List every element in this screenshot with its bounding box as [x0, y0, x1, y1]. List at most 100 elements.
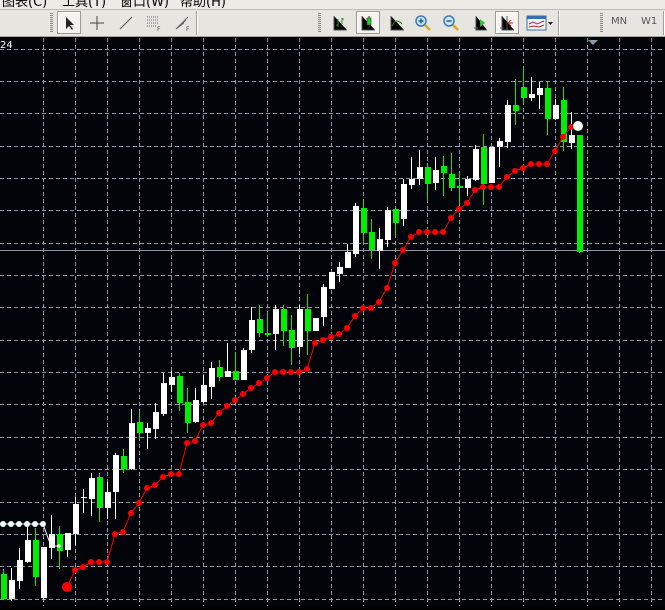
- sar-dot-up: [288, 369, 294, 375]
- crosshair-button[interactable]: [85, 11, 109, 34]
- sar-dot-up: [440, 229, 446, 235]
- sar-dot-up: [240, 391, 246, 397]
- candle-bear: [305, 309, 311, 331]
- candle-bear: [521, 87, 527, 98]
- candle-bull: [353, 206, 359, 254]
- menu-chart[interactable]: 图表(C): [2, 0, 47, 9]
- menu-help[interactable]: 帮助(H): [180, 0, 226, 9]
- sar-dot-up: [192, 438, 198, 444]
- sar-dot-up: [296, 369, 302, 375]
- sar-dot-up: [144, 485, 150, 491]
- line-chart-button[interactable]: [385, 11, 409, 34]
- candle-bear: [217, 367, 223, 377]
- sar-dot-up: [360, 305, 366, 311]
- candle-bull: [153, 412, 159, 429]
- candle-bear: [1, 574, 7, 599]
- sar-dot-up: [256, 380, 262, 386]
- price-chart[interactable]: [0, 38, 665, 606]
- chart-shift-button[interactable]: [495, 11, 519, 34]
- fibo-fan-icon: F: [175, 16, 190, 32]
- sar-dot-up: [320, 337, 326, 343]
- timeframe-mn[interactable]: MN: [611, 16, 627, 27]
- candle-bull: [337, 267, 343, 274]
- fibo-fan-button[interactable]: F: [171, 11, 195, 34]
- sar-dot-up: [520, 165, 526, 171]
- toolbar: F F MN W1: [0, 10, 665, 37]
- sar-dot-up: [208, 420, 214, 426]
- toolbar-grip[interactable]: [600, 13, 603, 33]
- candlestick-button[interactable]: [356, 11, 380, 34]
- chart-shift-marker[interactable]: [588, 40, 598, 45]
- sar-dot-up: [400, 247, 406, 253]
- candle-bull: [297, 309, 303, 347]
- candle-bull: [113, 455, 119, 492]
- timeframe-w1[interactable]: W1: [641, 16, 657, 27]
- candle-bear: [121, 456, 127, 469]
- candle-bear: [545, 88, 551, 119]
- toolbar-grip[interactable]: [50, 13, 53, 33]
- sar-dot-up: [232, 397, 238, 403]
- fibo-levels-button[interactable]: F: [142, 11, 166, 34]
- candle-bull: [273, 309, 279, 334]
- sar-dot-up: [216, 410, 222, 416]
- templates-button[interactable]: [525, 11, 555, 34]
- chart-canvas: [0, 38, 665, 606]
- sar-dot-up: [512, 168, 518, 174]
- sar-dot-up: [560, 134, 566, 140]
- sar-reversal-dot: [573, 121, 583, 131]
- zoom-out-button[interactable]: [439, 11, 463, 34]
- sar-dot-up: [62, 582, 72, 592]
- sar-dot-up: [368, 305, 374, 311]
- cursor-icon: [66, 16, 74, 30]
- chart-shift-icon: [500, 15, 514, 30]
- svg-text:F: F: [186, 26, 190, 32]
- candle-bull: [17, 560, 23, 581]
- toolbar-grip[interactable]: [318, 13, 321, 33]
- sar-dot-up: [528, 161, 534, 167]
- candle-bull: [105, 492, 111, 508]
- bar-chart-icon: [333, 15, 347, 30]
- sar-dot-up: [328, 334, 334, 340]
- sar-dot-up: [376, 299, 382, 305]
- candle-bull: [193, 400, 199, 422]
- sar-dot-up: [168, 471, 174, 477]
- sar-dot-up: [504, 174, 510, 180]
- sar-dot-up: [424, 229, 430, 235]
- sar-dot-up: [352, 313, 358, 319]
- candle-bull: [65, 533, 71, 550]
- crosshair-icon: [90, 15, 104, 30]
- menu-window[interactable]: 窗口(W): [120, 0, 169, 9]
- svg-text:F: F: [157, 26, 161, 32]
- candle-bull: [345, 252, 351, 268]
- candle-bear: [369, 232, 375, 250]
- candle-bull: [73, 504, 79, 534]
- sar-dot-up: [480, 184, 486, 190]
- cursor-button[interactable]: [57, 11, 81, 34]
- trendline-icon: [119, 16, 133, 29]
- candle-bull: [569, 135, 575, 143]
- candle-bull: [385, 210, 391, 240]
- candle-bull: [313, 318, 319, 331]
- candle-bear: [577, 135, 583, 252]
- sar-dot-up: [496, 184, 502, 190]
- candle-bear: [481, 147, 487, 184]
- sar-dot-up: [312, 340, 318, 346]
- sar-dot-up: [128, 510, 134, 516]
- candle-bull: [249, 320, 255, 350]
- candle-bear: [177, 376, 183, 403]
- sar-dot-up: [96, 559, 102, 565]
- candle-bear: [281, 309, 287, 331]
- candle-bear: [393, 209, 399, 223]
- candle-bull: [225, 371, 231, 377]
- sar-dot-up: [264, 375, 270, 381]
- sar-dot-up: [456, 206, 462, 212]
- autoscroll-button[interactable]: [468, 11, 492, 34]
- trendline-button[interactable]: [114, 11, 138, 34]
- sar-dot-up: [432, 229, 438, 235]
- zoom-in-button[interactable]: [411, 11, 435, 34]
- bar-chart-button[interactable]: [328, 11, 352, 34]
- candle-bear: [449, 174, 455, 188]
- menu-tools[interactable]: 工具(T): [62, 0, 106, 9]
- sar-dot-up: [392, 260, 398, 266]
- candle-bull: [321, 287, 327, 317]
